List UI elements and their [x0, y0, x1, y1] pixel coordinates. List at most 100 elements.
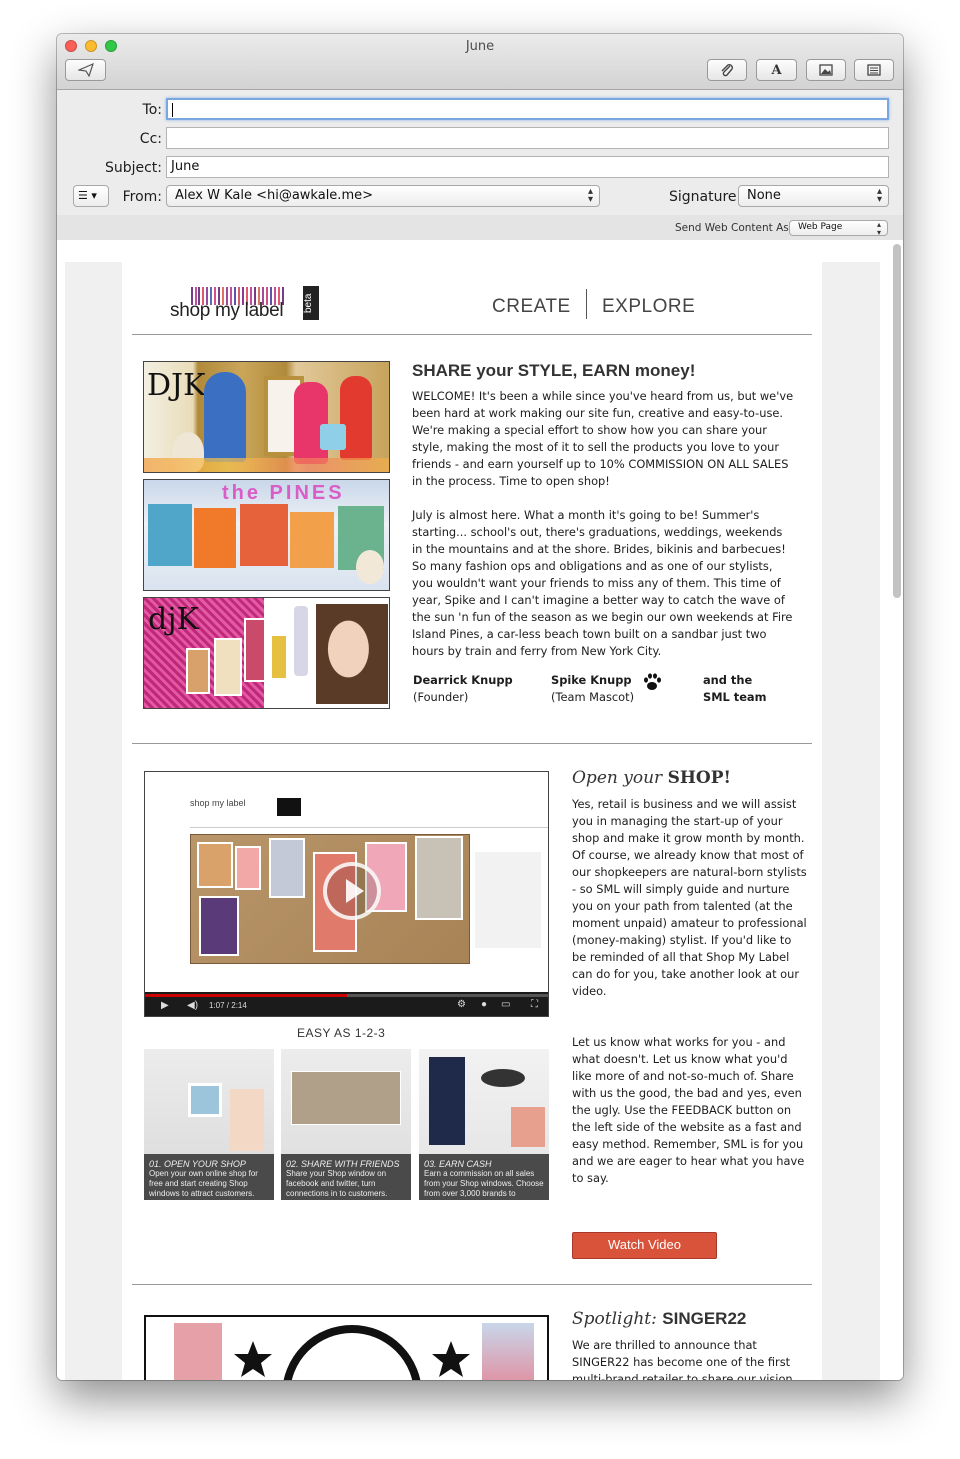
play-icon — [346, 879, 364, 903]
cc-row: Cc: — [57, 125, 903, 154]
video-time: 1:07 / 2:14 — [209, 1001, 247, 1010]
video-controls: ▶ ◀) 1:07 / 2:14 ⚙ ● ▭ ⛶ — [145, 992, 548, 1016]
stepper-arrows-icon: ▴ ▾ — [876, 220, 881, 237]
section3-heading-italic: Spotlight: — [572, 1309, 657, 1329]
signature-founder: Dearrick Knupp (Founder) — [413, 672, 513, 706]
section3-paragraph-1: We are thrilled to announce that SINGER2… — [572, 1338, 793, 1380]
web-content-value: Web Page — [798, 222, 843, 232]
paw-print-icon — [644, 673, 661, 690]
logo-beta-tag: beta — [303, 286, 319, 320]
stepper-arrows-icon: ▴ ▾ — [876, 186, 882, 205]
nav-divider — [586, 289, 587, 319]
step-1-panel[interactable]: 01. OPEN YOUR SHOP Open your own online … — [144, 1049, 274, 1200]
email-newsletter: shop my label beta CREATE EXPLORE DJK th… — [122, 262, 822, 1380]
paper-plane-icon — [77, 63, 94, 77]
divider — [132, 1284, 812, 1285]
vertical-scrollbar[interactable] — [893, 244, 901, 598]
watch-video-button[interactable]: Watch Video — [572, 1232, 717, 1259]
web-content-label: Send Web Content As: — [675, 222, 793, 234]
photo-icon — [819, 64, 833, 76]
paperclip-icon — [721, 64, 733, 77]
list-icon: ☰ ▾ — [78, 189, 97, 202]
play-button[interactable] — [323, 862, 381, 920]
djk-beauty-text: djK — [148, 602, 199, 637]
djk-beauty-collage-image[interactable]: djK — [143, 597, 390, 709]
divider — [132, 743, 812, 744]
subject-field[interactable]: June — [166, 156, 889, 178]
signature-mascot: Spike Knupp (Team Mascot) — [551, 672, 634, 706]
step-2-caption: 02. SHARE WITH FRIENDS Share your Shop w… — [281, 1154, 411, 1200]
message-body[interactable]: shop my label beta CREATE EXPLORE DJK th… — [57, 240, 903, 1380]
section3-heading: Spotlight: SINGER22 — [572, 1309, 746, 1329]
step-1-title: 01. OPEN YOUR SHOP — [149, 1159, 246, 1169]
compose-headers: To: Cc: Subject: June ☰ ▾ From: Alex W K… — [57, 90, 903, 244]
section2-heading-italic: Open your — [572, 768, 663, 788]
step-3-caption: 03. EARN CASH Earn a commission on all s… — [419, 1154, 549, 1200]
photo-browser-button[interactable] — [806, 59, 846, 81]
star-icon — [432, 1341, 470, 1377]
section1-heading: SHARE your STYLE, EARN money! — [412, 361, 696, 380]
section2-heading-bold: SHOP! — [667, 768, 731, 788]
info-icon[interactable]: ● — [481, 999, 487, 1010]
from-select[interactable]: Alex W Kale <hi@awkale.me> ▴ ▾ — [166, 185, 600, 207]
section2-paragraph-2: Let us know what works for you - and wha… — [572, 1035, 805, 1185]
step-3-desc: Earn a commission on all sales from your… — [424, 1169, 544, 1200]
signature-team: and the SML team — [703, 672, 767, 706]
step-3-panel[interactable]: 03. EARN CASH Earn a commission on all s… — [419, 1049, 549, 1200]
to-field[interactable] — [166, 98, 889, 120]
section2-paragraph-1: Yes, retail is business and we will assi… — [572, 797, 807, 998]
signature-value: None — [747, 188, 781, 203]
founder-name: Dearrick Knupp — [413, 673, 513, 687]
send-button[interactable] — [65, 59, 106, 81]
singer22-banner-image[interactable] — [144, 1315, 549, 1380]
step-2-title: 02. SHARE WITH FRIENDS — [286, 1159, 400, 1169]
easy-as-label: EASY AS 1-2-3 — [297, 1026, 386, 1040]
signature-select[interactable]: None ▴ ▾ — [738, 185, 889, 207]
mascot-name: Spike Knupp — [551, 673, 632, 687]
step-1-desc: Open your own online shop for free and s… — [149, 1169, 258, 1198]
section1-paragraph-1: WELCOME! It's been a while since you've … — [412, 389, 794, 488]
subject-row: Subject: June — [57, 154, 903, 183]
djk-collage-image[interactable]: DJK — [143, 361, 390, 473]
stepper-arrows-icon: ▴ ▾ — [587, 186, 593, 205]
step-1-caption: 01. OPEN YOUR SHOP Open your own online … — [144, 1154, 274, 1200]
section2-heading: Open your SHOP! — [572, 768, 731, 788]
stationery-button[interactable] — [854, 59, 894, 81]
window-title: June — [465, 39, 495, 54]
signature-label: Signature: — [669, 189, 742, 205]
format-button[interactable]: A — [756, 59, 797, 81]
subject-label: Subject: — [104, 160, 162, 176]
nav-create[interactable]: CREATE — [492, 296, 571, 318]
title-bar: June A — [57, 34, 903, 90]
web-content-select[interactable]: Web Page ▴ ▾ — [789, 220, 888, 237]
settings-gear-icon[interactable]: ⚙ — [457, 999, 466, 1010]
screen-size-icon[interactable]: ▭ — [501, 999, 510, 1010]
from-value: Alex W Kale <hi@awkale.me> — [175, 188, 373, 203]
cc-field[interactable] — [166, 127, 889, 149]
from-label: From: — [122, 189, 162, 205]
star-icon — [234, 1341, 272, 1377]
volume-icon[interactable]: ◀) — [187, 1000, 198, 1011]
attach-button[interactable] — [707, 59, 747, 81]
step-3-title: 03. EARN CASH — [424, 1159, 492, 1169]
video-logo-text: shop my label — [190, 798, 246, 808]
nav-explore[interactable]: EXPLORE — [602, 296, 695, 318]
mail-compose-window: June A To: Cc: Subject: June ☰ ▾ From: A… — [57, 34, 903, 1380]
video-player[interactable]: shop my label ▶ ◀) 1:07 / 2:14 ⚙ ● ▭ ⛶ — [144, 771, 549, 1017]
step-2-desc: Share your Shop window on facebook and t… — [286, 1169, 388, 1198]
fullscreen-icon[interactable]: ⛶ — [531, 999, 538, 1010]
team-line-1: and the — [703, 673, 753, 687]
pines-collage-image[interactable]: the PINES — [143, 479, 390, 591]
header-options-button[interactable]: ☰ ▾ — [73, 185, 109, 207]
logo-text: shop my label — [170, 300, 284, 321]
section3-heading-bold: SINGER22 — [662, 1309, 747, 1328]
step-2-panel[interactable]: 02. SHARE WITH FRIENDS Share your Shop w… — [281, 1049, 411, 1200]
font-a-icon: A — [771, 62, 782, 78]
video-play-icon[interactable]: ▶ — [161, 1000, 169, 1011]
to-row: To: — [57, 96, 903, 125]
stationery-icon — [867, 64, 881, 76]
shop-my-label-logo[interactable]: shop my label beta — [170, 286, 322, 326]
from-row: ☰ ▾ From: Alex W Kale <hi@awkale.me> ▴ ▾ … — [57, 183, 903, 215]
divider — [132, 334, 812, 335]
cc-label: Cc: — [139, 131, 162, 147]
